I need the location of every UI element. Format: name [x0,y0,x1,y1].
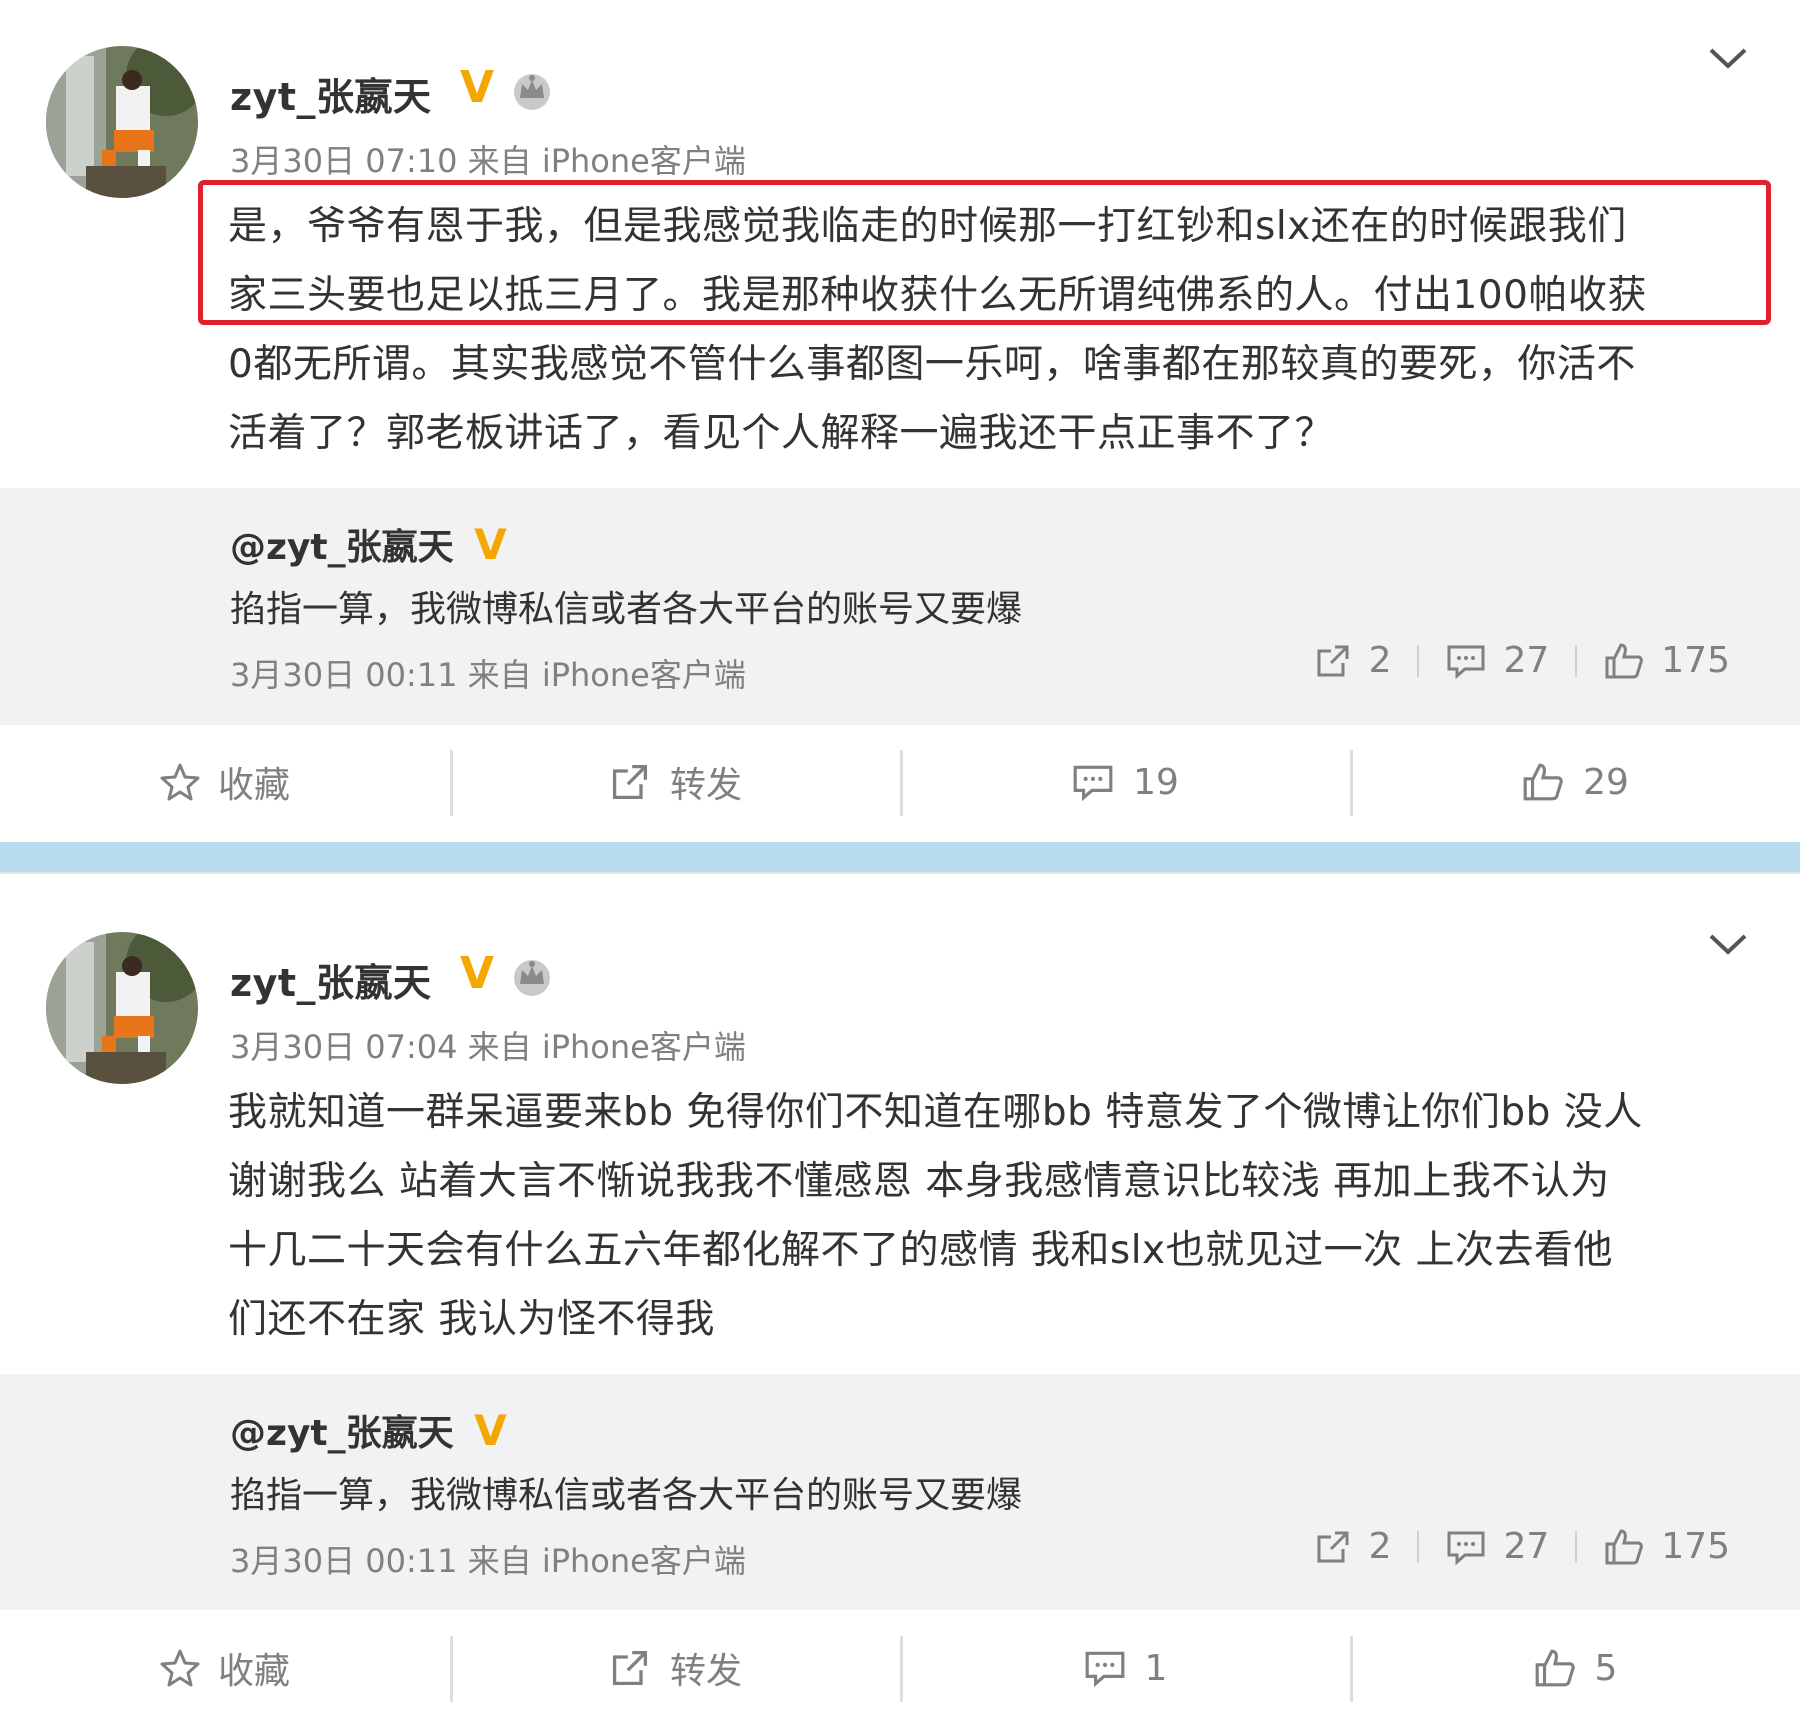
comment-count: 19 [1133,761,1179,803]
quoted-repost-stat[interactable]: 2 [1287,640,1418,681]
comment-count: 27 [1503,640,1550,681]
like-icon [1523,763,1563,801]
crown-icon [514,960,550,996]
weibo-post: zyt_张嬴天 V 3月30日 07:04 来自 iPhone客户端 我就知道一… [0,874,1800,1724]
like-count: 175 [1661,640,1730,681]
like-button[interactable]: 5 [1350,1612,1800,1724]
repost-count: 2 [1368,640,1392,681]
highlight-box [198,180,1771,325]
post-username[interactable]: zyt_张嬴天 [230,66,432,121]
crown-icon [514,74,550,110]
action-bar: 收藏 转发 1 5 [0,1612,1800,1724]
post-text-line: 谢谢我么 站着大言不惭说我我不懂感恩 本身我感情意识比较浅 再加上我不认为 [228,1159,1610,1204]
like-icon [1605,1528,1644,1564]
repost-button[interactable]: 转发 [450,1612,900,1724]
quoted-meta: 3月30日 00:11 来自 iPhone客户端 [230,1542,746,1580]
like-count: 5 [1594,1647,1618,1689]
like-button[interactable]: 29 [1350,726,1800,838]
post-meta: 3月30日 07:10 来自 iPhone客户端 [230,142,746,180]
comment-button[interactable]: 19 [900,726,1350,838]
verified-badge: V [474,520,507,569]
favorite-label: 收藏 [217,1651,290,1692]
comment-icon [1073,765,1113,802]
chevron-down-icon[interactable] [1708,932,1748,958]
post-text-line: 0都无所谓。其实我感觉不管什么事都图一乐呵，啥事都在那较真的要死，你活不 [228,342,1636,387]
repost-icon [612,1650,648,1686]
post-divider [0,842,1800,872]
repost-label: 转发 [669,765,742,806]
comment-button[interactable]: 1 [900,1612,1350,1724]
repost-icon [612,764,648,800]
comment-icon [1085,1651,1124,1688]
post-text-line: 我就知道一群呆逼要来bb 免得你们不知道在哪bb 特意发了个微博让你们bb 没人 [228,1090,1643,1135]
avatar[interactable] [46,932,198,1084]
quoted-like-stat[interactable]: 175 [1577,640,1756,681]
comment-count: 1 [1144,1647,1168,1689]
post-text: 我就知道一群呆逼要来bb 免得你们不知道在哪bb 特意发了个微博让你们bb 没人… [228,1078,1758,1354]
quoted-username[interactable]: @zyt_张嬴天 [230,1413,454,1454]
quoted-post[interactable]: @zyt_张嬴天 V 掐指一算，我微博私信或者各大平台的账号又要爆 3月30日 … [0,488,1800,725]
chevron-down-icon[interactable] [1708,46,1748,72]
quoted-text: 掐指一算，我微博私信或者各大平台的账号又要爆 [230,1475,1023,1516]
favorite-button[interactable]: 收藏 [0,726,450,838]
favorite-button[interactable]: 收藏 [0,1612,450,1724]
post-text-line: 活着了？郭老板讲话了，看见个人解释一遍我还干点正事不了？ [228,411,1335,456]
quoted-username[interactable]: @zyt_张嬴天 [230,527,454,568]
quoted-stats: 2 27 175 [1287,1526,1756,1567]
like-count: 175 [1661,1526,1730,1567]
post-text-line: 们还不在家 我认为怪不得我 [228,1297,715,1342]
quoted-comment-stat[interactable]: 27 [1419,1526,1575,1567]
quoted-comment-stat[interactable]: 27 [1419,640,1575,681]
star-icon [160,1649,200,1687]
repost-count: 2 [1368,1526,1392,1567]
favorite-label: 收藏 [217,765,290,806]
weibo-post: zyt_张嬴天 V 3月30日 07:10 来自 iPhone客户端 是，爷爷有… [0,0,1800,842]
quoted-repost-stat[interactable]: 2 [1287,1526,1418,1567]
action-bar: 收藏 转发 19 29 [0,726,1800,838]
post-text-line: 十几二十天会有什么五六年都化解不了的感情 我和slx也就见过一次 上次去看他 [228,1228,1614,1273]
post-meta: 3月30日 07:04 来自 iPhone客户端 [230,1028,746,1066]
like-count: 29 [1583,761,1629,803]
repost-icon [1317,1531,1349,1562]
avatar[interactable] [46,46,198,198]
comment-icon [1447,1531,1485,1565]
verified-badge: V [474,1406,507,1455]
repost-button[interactable]: 转发 [450,726,900,838]
like-icon [1605,642,1644,678]
repost-icon [1317,645,1349,676]
post-username[interactable]: zyt_张嬴天 [230,952,432,1007]
comment-count: 27 [1503,1526,1550,1567]
quoted-stats: 2 27 175 [1287,640,1756,681]
verified-badge: V [460,948,495,999]
quoted-like-stat[interactable]: 175 [1577,1526,1756,1567]
like-icon [1535,1649,1575,1687]
star-icon [160,763,200,801]
quoted-text: 掐指一算，我微博私信或者各大平台的账号又要爆 [230,589,1023,630]
quoted-meta: 3月30日 00:11 来自 iPhone客户端 [230,656,746,694]
verified-badge: V [460,62,495,113]
quoted-post[interactable]: @zyt_张嬴天 V 掐指一算，我微博私信或者各大平台的账号又要爆 3月30日 … [0,1374,1800,1610]
repost-label: 转发 [669,1651,742,1692]
comment-icon [1447,645,1485,679]
